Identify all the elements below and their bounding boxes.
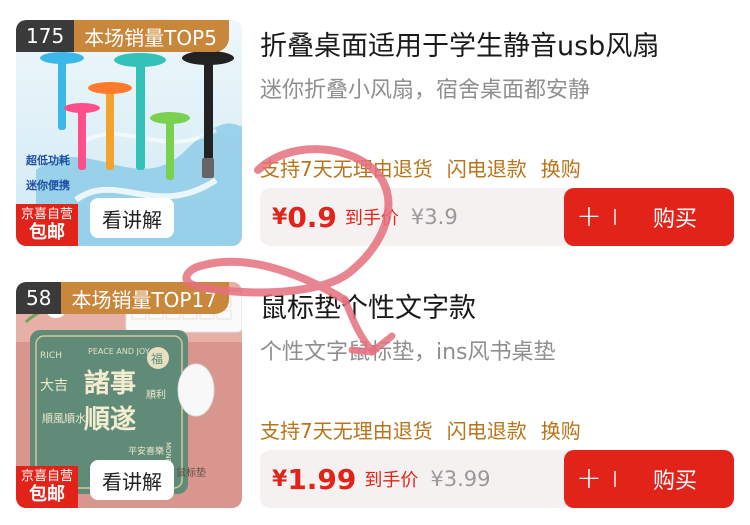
product-card[interactable]: 超低功耗 迷你便携 175 本场销量TOP5 京喜自营 包邮 看讲解 折叠桌面适… [0,10,750,260]
mousepad-daji: 大吉 [40,378,68,394]
service-tag-exchange: 换购 [540,157,581,181]
watch-explanation-button[interactable]: 看讲解 [90,198,174,238]
price-label: 到手价 [344,208,399,229]
price-label: 到手价 [364,470,419,491]
jd-badge-bottom: 包邮 [29,483,65,505]
mousepad-bottom-mark: 平安喜樂 [128,445,164,457]
product-title[interactable]: 鼠标垫个性文字款 [260,286,476,325]
price-area: ¥ 1.99 到手价 ¥3.99 [272,450,491,508]
service-tag-refund: 闪电退款 [446,157,527,181]
fan-feature-1: 超低功耗 [25,153,70,167]
service-tag-return: 支持7天无理由退货 [260,157,433,181]
product-subtitle: 迷你折叠小风扇，宿舍桌面都安静 [260,78,591,103]
jd-badge-bottom: 包邮 [29,221,65,243]
rank-label: 本场销量TOP17 [61,282,229,314]
mousepad-peace: PEACE AND JOY [88,347,150,356]
mousepad-rich: RICH [40,351,62,361]
price-currency: ¥ [272,204,288,230]
jd-self-operated-badge: 京喜自营 包邮 [16,466,78,508]
rank-label: 本场销量TOP5 [74,20,229,52]
jd-badge-top: 京喜自营 [20,206,73,222]
jd-self-operated-badge: 京喜自营 包邮 [16,204,78,246]
fan-feature-2: 迷你便携 [25,178,70,192]
product-image-fan[interactable]: 超低功耗 迷你便携 175 本场销量TOP5 京喜自营 包邮 看讲解 [16,20,242,246]
price-bar: ¥ 0.9 到手价 ¥3.9 + 购买 [260,188,734,246]
product-subtitle: 个性文字鼠标垫，ins风书桌垫 [260,340,556,365]
mousepad-side: 順利 [146,389,166,401]
product-image-mousepad[interactable]: RICH PEACE AND JOY 福 大吉 諸事 順遂 順利 順風順水 平安… [16,282,242,508]
buy-button[interactable]: + 购买 [564,188,734,246]
original-price: ¥3.9 [410,205,458,229]
mousepad-seal: 福 [151,351,163,366]
mousepad-main-bottom: 順遂 [84,404,136,435]
rank-number: 58 [16,282,62,314]
sales-rank-badge: 58 本场销量TOP17 [16,282,229,314]
price-value: 0.9 [287,200,337,234]
price-area: ¥ 0.9 到手价 ¥3.9 [272,188,458,246]
product-card[interactable]: RICH PEACE AND JOY 福 大吉 諸事 順遂 順利 順風順水 平安… [0,272,750,522]
service-tags: 支持7天无理由退货 闪电退款 换购 [260,415,581,444]
buy-label[interactable]: 购买 [616,201,734,233]
price-currency: ¥ [272,466,288,492]
sales-rank-badge: 175 本场销量TOP5 [16,20,229,52]
jd-badge-top: 京喜自营 [20,468,73,484]
mousepad-lower-left: 順風順水 [42,412,86,425]
product-title[interactable]: 折叠桌面适用于学生静音usb风扇 [260,24,659,63]
service-tags: 支持7天无理由退货 闪电退款 换购 [260,153,581,182]
plus-icon[interactable]: + [564,464,614,494]
price-value: 1.99 [287,462,357,496]
buy-label[interactable]: 购买 [616,463,734,495]
service-tag-refund: 闪电退款 [446,419,527,443]
buy-button[interactable]: + 购买 [564,450,734,508]
mousepad-bottom-text: 鼠标垫 [176,466,206,479]
plus-icon[interactable]: + [564,202,614,232]
service-tag-return: 支持7天无理由退货 [260,419,433,443]
price-bar: ¥ 1.99 到手价 ¥3.99 + 购买 [260,450,734,508]
original-price: ¥3.99 [430,467,491,491]
rank-number: 175 [16,20,75,52]
service-tag-exchange: 换购 [540,419,581,443]
watch-explanation-button[interactable]: 看讲解 [90,460,174,500]
mousepad-main-top: 諸事 [84,368,136,399]
